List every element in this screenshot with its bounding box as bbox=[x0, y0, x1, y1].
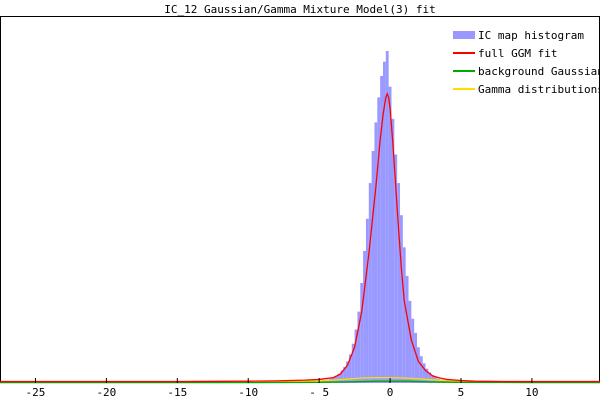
x-tick-label: -15 bbox=[167, 386, 187, 399]
histogram-bar bbox=[360, 283, 364, 383]
x-tick-label: 5 bbox=[458, 386, 465, 399]
chart: IC_12 Gaussian/Gamma Mixture Model(3) fi… bbox=[0, 3, 600, 399]
x-tick-label: - 5 bbox=[309, 386, 329, 399]
histogram-bar bbox=[400, 215, 403, 383]
histogram-bars bbox=[320, 50, 460, 384]
legend-label: Gamma distributions bbox=[478, 83, 600, 96]
histogram-bar bbox=[405, 275, 409, 383]
histogram-bar bbox=[417, 347, 420, 383]
fit-lines bbox=[0, 92, 600, 384]
histogram-bar bbox=[368, 183, 372, 383]
x-tick-label: 0 bbox=[387, 386, 394, 399]
x-tick-label: -20 bbox=[96, 386, 116, 399]
legend-label: full GGM fit bbox=[478, 47, 557, 60]
legend-label: IC map histogram bbox=[478, 29, 584, 42]
histogram-bar bbox=[374, 122, 378, 383]
histogram-bar bbox=[371, 150, 375, 383]
legend-label: background Gaussian bbox=[478, 65, 600, 78]
x-tick-label: -25 bbox=[26, 386, 46, 399]
histogram-bar bbox=[422, 363, 426, 383]
histogram-bar bbox=[388, 86, 392, 383]
chart-title: IC_12 Gaussian/Gamma Mixture Model(3) fi… bbox=[164, 3, 436, 16]
histogram-bar bbox=[365, 218, 369, 383]
histogram-bar bbox=[363, 250, 366, 383]
x-tick-label: 10 bbox=[525, 386, 538, 399]
legend-swatch bbox=[453, 31, 475, 39]
legend: IC map histogram full GGM fit background G… bbox=[453, 29, 600, 96]
series-line-full-ggm-fit bbox=[0, 92, 600, 383]
histogram-bar bbox=[408, 300, 412, 383]
histogram-bar bbox=[402, 247, 406, 383]
histogram-bar bbox=[411, 318, 415, 383]
histogram-bar bbox=[385, 50, 389, 384]
x-tick-label: -10 bbox=[238, 386, 258, 399]
